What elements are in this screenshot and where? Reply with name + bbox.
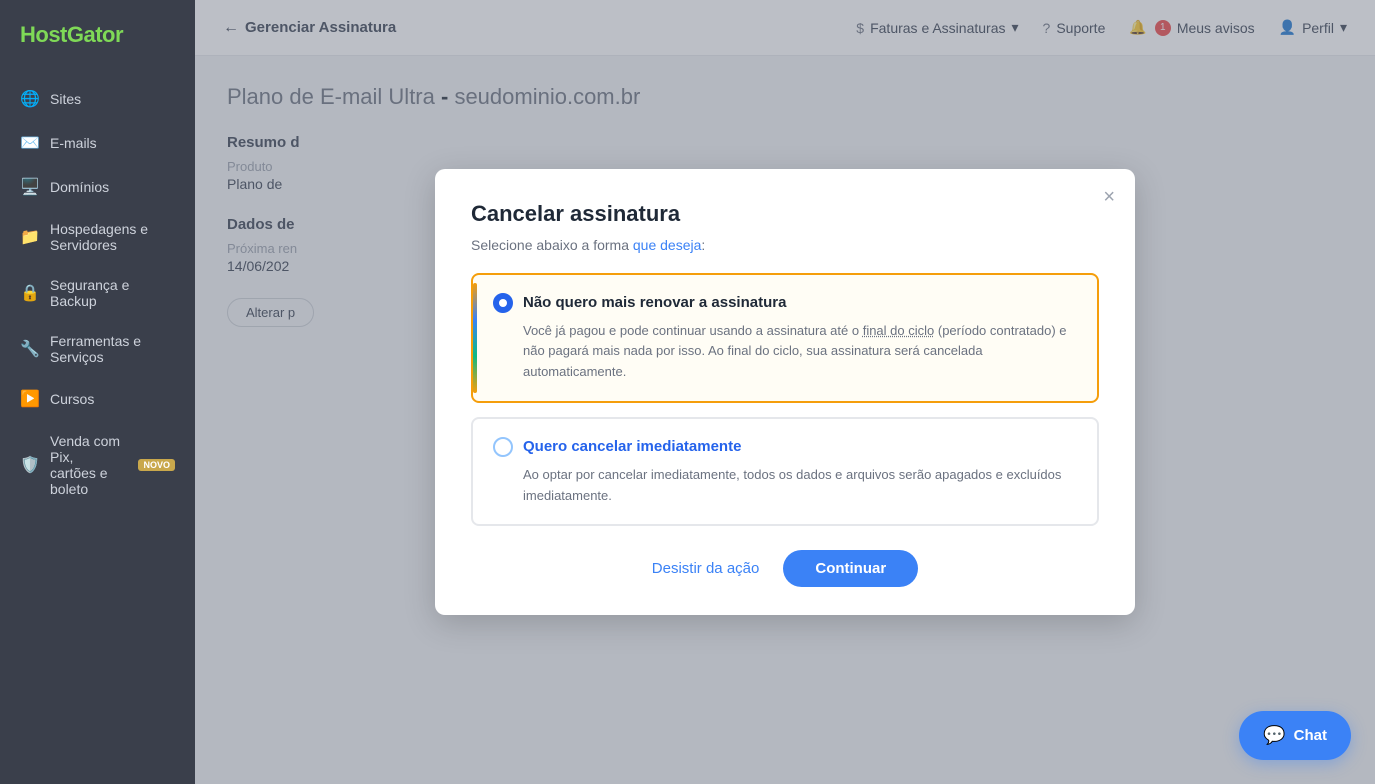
sidebar-item-label: Segurança e Backup	[50, 277, 175, 309]
main-content: ← Gerenciar Assinatura $ Faturas e Assin…	[195, 0, 1375, 784]
radio-option-1-header: Não quero mais renovar a assinatura	[493, 293, 1077, 313]
sidebar-item-label: E-mails	[50, 135, 97, 151]
radio-option-immediate[interactable]: Quero cancelar imediatamente Ao optar po…	[471, 417, 1099, 527]
sidebar-item-label: Sites	[50, 91, 81, 107]
radio-circle-1	[493, 293, 513, 313]
seguranca-icon: 🔒	[20, 283, 38, 303]
sidebar-item-hospedagens[interactable]: 📁 Hospedagens e Servidores	[0, 210, 195, 264]
novo-badge: NOVO	[138, 459, 175, 471]
modal-title: Cancelar assinatura	[471, 201, 1099, 227]
radio-desc-1: Você já pagou e pode continuar usando a …	[493, 321, 1077, 383]
sidebar-item-venda[interactable]: 🛡️ Venda com Pix,cartões e boleto NOVO	[0, 422, 195, 508]
sites-icon: 🌐	[20, 89, 38, 109]
radio-option-no-renew[interactable]: Não quero mais renovar a assinatura Você…	[471, 273, 1099, 403]
modal-footer: Desistir da ação Continuar	[471, 550, 1099, 587]
modal-overlay: × Cancelar assinatura Selecione abaixo a…	[195, 0, 1375, 784]
sidebar-item-dominios[interactable]: 🖥️ Domínios	[0, 166, 195, 208]
cycle-link: final do ciclo	[863, 323, 935, 338]
chat-icon: 💬	[1263, 725, 1285, 746]
cursos-icon: ▶️	[20, 389, 38, 409]
sidebar-item-label: Ferramentas e Serviços	[50, 333, 175, 365]
sidebar-item-ferramentas[interactable]: 🔧 Ferramentas e Serviços	[0, 322, 195, 376]
modal-subtitle-link[interactable]: que deseja	[633, 237, 702, 253]
sidebar-item-sites[interactable]: 🌐 Sites	[0, 78, 195, 120]
radio-option-2-header: Quero cancelar imediatamente	[493, 437, 1077, 457]
desistir-button[interactable]: Desistir da ação	[652, 560, 760, 577]
radio-circle-2	[493, 437, 513, 457]
modal-close-button[interactable]: ×	[1103, 187, 1115, 207]
radio-label-2: Quero cancelar imediatamente	[523, 438, 741, 455]
sidebar: HostGator 🌐 Sites ✉️ E-mails 🖥️ Domínios…	[0, 0, 195, 784]
radio-label-1: Não quero mais renovar a assinatura	[523, 294, 786, 311]
radio-desc-2: Ao optar por cancelar imediatamente, tod…	[493, 465, 1077, 507]
modal-subtitle: Selecione abaixo a forma que deseja:	[471, 237, 1099, 253]
sidebar-item-label: Cursos	[50, 391, 94, 407]
sidebar-item-label: Venda com Pix,cartões e boleto	[50, 433, 122, 497]
ferramentas-icon: 🔧	[20, 339, 38, 359]
emails-icon: ✉️	[20, 133, 38, 153]
sidebar-nav: 🌐 Sites ✉️ E-mails 🖥️ Domínios 📁 Hospeda…	[0, 70, 195, 516]
hospedagens-icon: 📁	[20, 227, 38, 247]
brand-logo: HostGator	[0, 0, 195, 70]
chat-button[interactable]: 💬 Chat	[1239, 711, 1351, 760]
venda-icon: 🛡️	[20, 455, 38, 475]
sidebar-item-emails[interactable]: ✉️ E-mails	[0, 122, 195, 164]
chat-label: Chat	[1294, 727, 1327, 744]
sidebar-item-label: Hospedagens e Servidores	[50, 221, 175, 253]
cancel-modal: × Cancelar assinatura Selecione abaixo a…	[435, 169, 1135, 616]
dominios-icon: 🖥️	[20, 177, 38, 197]
sidebar-item-label: Domínios	[50, 179, 109, 195]
sidebar-item-cursos[interactable]: ▶️ Cursos	[0, 378, 195, 420]
continuar-button[interactable]: Continuar	[783, 550, 918, 587]
sidebar-item-seguranca[interactable]: 🔒 Segurança e Backup	[0, 266, 195, 320]
